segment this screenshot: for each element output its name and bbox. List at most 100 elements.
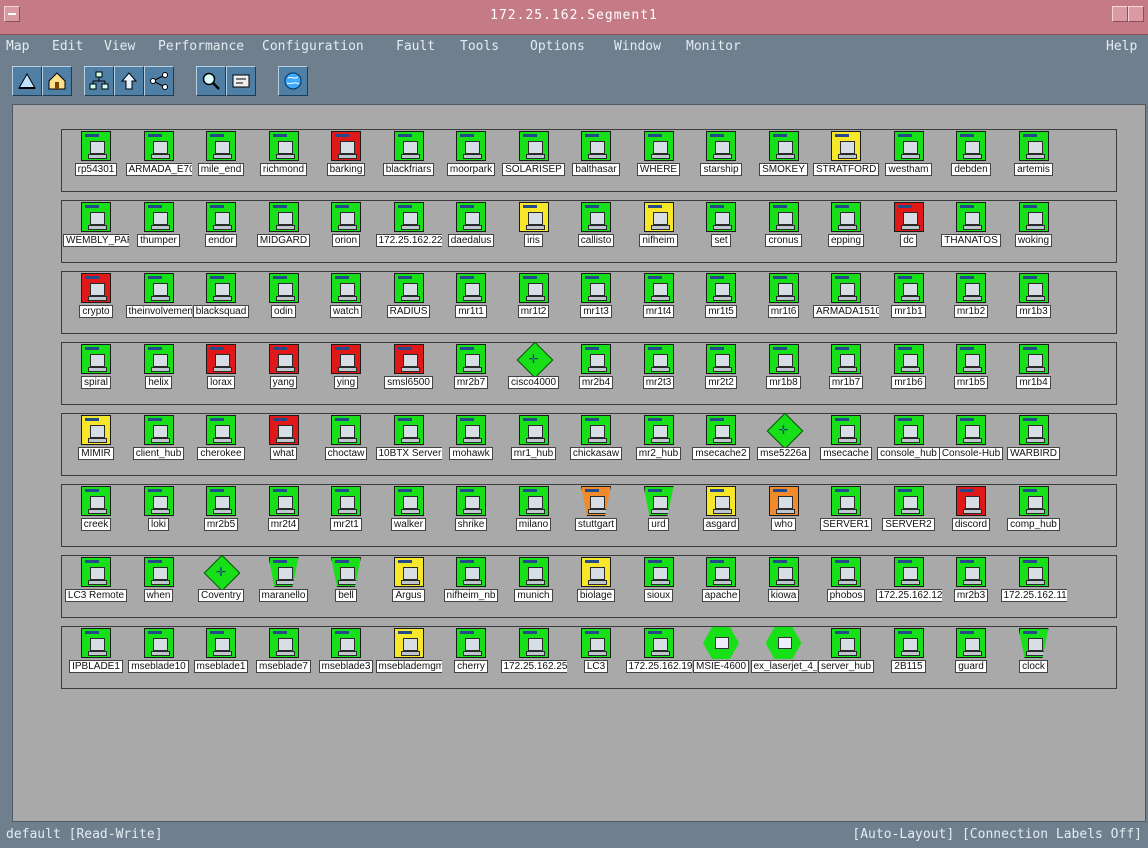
computer-icon[interactable] [81, 486, 111, 516]
computer-icon[interactable] [393, 486, 424, 516]
computer-icon[interactable] [893, 202, 924, 232]
computer-icon[interactable] [893, 273, 924, 303]
map-node[interactable]: mse5226a [755, 415, 813, 477]
map-node[interactable]: mr2b7 [442, 344, 500, 406]
computer-icon[interactable] [581, 415, 611, 445]
map-node[interactable]: mr1t6 [755, 273, 813, 335]
computer-icon[interactable] [206, 628, 236, 658]
menu-tools[interactable]: Tools [460, 39, 499, 54]
map-node[interactable]: mr2t1 [317, 486, 375, 548]
map-node[interactable]: SMOKEY [755, 131, 813, 193]
map-node[interactable]: nifheim [630, 202, 688, 264]
computer-icon[interactable] [768, 202, 799, 232]
map-node[interactable]: mseblade1 [192, 628, 250, 690]
computer-icon[interactable] [1018, 557, 1049, 587]
computer-icon[interactable] [581, 628, 611, 658]
map-node[interactable]: ex_laserjet_4_500 [750, 628, 817, 690]
map-node[interactable]: mr1b5 [942, 344, 1000, 406]
computer-icon[interactable] [206, 344, 236, 374]
map-node[interactable]: choctaw [317, 415, 375, 477]
computer-icon[interactable] [581, 273, 611, 303]
computer-icon[interactable] [331, 557, 361, 587]
map-node[interactable]: crypto [67, 273, 125, 335]
map-node[interactable]: mohawk [442, 415, 500, 477]
house-icon[interactable] [42, 66, 72, 96]
computer-icon[interactable] [581, 486, 611, 516]
computer-icon[interactable] [706, 486, 736, 516]
computer-icon[interactable] [331, 202, 361, 232]
computer-icon[interactable] [268, 415, 299, 445]
minimize-button[interactable] [1112, 6, 1128, 22]
map-node[interactable]: WHERE [630, 131, 688, 193]
computer-icon[interactable] [268, 486, 299, 516]
computer-icon[interactable] [768, 273, 799, 303]
menu-monitor[interactable]: Monitor [686, 39, 741, 54]
map-node[interactable]: SERVER1 [817, 486, 875, 548]
map-node[interactable]: RADIUS [380, 273, 438, 335]
map-node[interactable]: server_hub [817, 628, 875, 690]
map-node[interactable]: mr1b6 [880, 344, 938, 406]
router-icon[interactable] [519, 344, 549, 374]
computer-icon[interactable] [143, 131, 174, 161]
map-node[interactable]: epping [817, 202, 875, 264]
menu-help[interactable]: Help [1106, 39, 1137, 54]
menu-fault[interactable]: Fault [396, 39, 435, 54]
map-node[interactable]: when [130, 557, 188, 619]
menu-map[interactable]: Map [6, 39, 29, 54]
computer-icon[interactable] [81, 202, 111, 232]
computer-icon[interactable] [643, 344, 674, 374]
maximize-button[interactable] [1128, 6, 1144, 22]
home-map-icon[interactable] [12, 66, 42, 96]
computer-icon[interactable] [956, 557, 986, 587]
map-node[interactable]: msecache [817, 415, 875, 477]
computer-icon[interactable] [393, 202, 424, 232]
computer-icon[interactable] [206, 202, 236, 232]
map-node[interactable]: SERVER2 [880, 486, 938, 548]
map-node[interactable]: callisto [567, 202, 625, 264]
computer-icon[interactable] [1018, 415, 1049, 445]
map-node[interactable]: westham [880, 131, 938, 193]
computer-icon[interactable] [1018, 131, 1049, 161]
computer-icon[interactable] [206, 273, 236, 303]
computer-icon[interactable] [143, 486, 174, 516]
map-node[interactable]: LC3 [567, 628, 625, 690]
map-node[interactable]: Argus [380, 557, 438, 619]
map-node[interactable]: asgard [692, 486, 750, 548]
computer-icon[interactable] [268, 628, 299, 658]
map-node[interactable]: msecache2 [692, 415, 750, 477]
map-node[interactable]: 172.25.162.127 [875, 557, 942, 619]
computer-icon[interactable] [268, 557, 299, 587]
map-node[interactable]: bell [317, 557, 375, 619]
computer-icon[interactable] [456, 344, 486, 374]
computer-icon[interactable] [831, 415, 861, 445]
map-node[interactable]: blackfriars [380, 131, 438, 193]
computer-icon[interactable] [206, 131, 236, 161]
computer-icon[interactable] [706, 415, 736, 445]
map-node[interactable]: 172.25.162.194 [625, 628, 692, 690]
map-node[interactable]: mr1b1 [880, 273, 938, 335]
computer-icon[interactable] [956, 486, 986, 516]
computer-icon[interactable] [518, 557, 549, 587]
menu-configuration[interactable]: Configuration [262, 39, 364, 54]
map-node[interactable]: mr1b8 [755, 344, 813, 406]
router-icon[interactable] [206, 557, 236, 587]
menu-view[interactable]: View [104, 39, 135, 54]
computer-icon[interactable] [143, 344, 174, 374]
printer-icon[interactable] [769, 628, 799, 658]
map-node[interactable]: blacksquad [192, 273, 250, 335]
computer-icon[interactable] [518, 486, 549, 516]
computer-icon[interactable] [581, 202, 611, 232]
map-node[interactable]: cronus [755, 202, 813, 264]
computer-icon[interactable] [331, 628, 361, 658]
map-node[interactable]: munich [505, 557, 563, 619]
map-node[interactable]: debden [942, 131, 1000, 193]
map-node[interactable]: loki [130, 486, 188, 548]
computer-icon[interactable] [831, 131, 861, 161]
map-node[interactable]: dc [880, 202, 938, 264]
map-node[interactable]: helix [130, 344, 188, 406]
computer-icon[interactable] [143, 202, 174, 232]
computer-icon[interactable] [643, 415, 674, 445]
computer-icon[interactable] [831, 557, 861, 587]
computer-icon[interactable] [893, 628, 924, 658]
computer-icon[interactable] [393, 344, 424, 374]
